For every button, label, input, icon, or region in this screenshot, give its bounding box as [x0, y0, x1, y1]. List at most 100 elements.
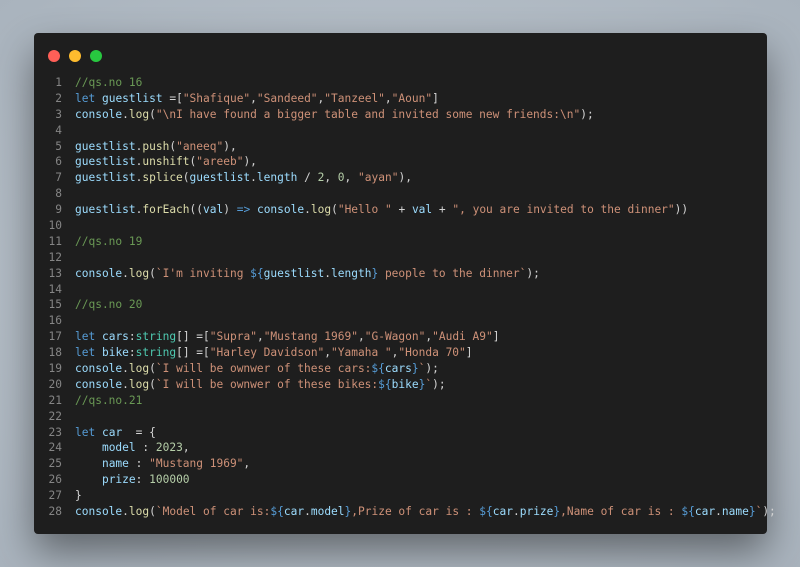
- code-token: +: [432, 203, 453, 217]
- code-line[interactable]: 8: [34, 186, 767, 202]
- code-token: console: [75, 107, 123, 121]
- code-token: prize: [519, 505, 554, 519]
- code-token: let: [75, 346, 96, 360]
- code-token: ,: [384, 91, 392, 105]
- code-token: [] =[: [176, 330, 210, 344]
- line-number: 22: [48, 409, 62, 423]
- code-line[interactable]: 12: [34, 250, 767, 266]
- code-token: +: [391, 203, 412, 217]
- code-token: "Harley Davidson": [209, 346, 325, 360]
- code-token: )): [674, 203, 689, 217]
- code-token: .: [512, 505, 520, 519]
- code-token: "areeb": [196, 155, 244, 169]
- line-source: guestlist.unshift("areeb"),: [75, 154, 257, 170]
- code-token: length: [331, 266, 372, 280]
- code-token: cars: [101, 330, 129, 344]
- code-line[interactable]: 28 console.log(`Model of car is:${car.mod…: [34, 504, 776, 520]
- code-token: ${: [250, 266, 264, 280]
- code-line[interactable]: 3 console.log("\nI have found a bigger ta…: [34, 107, 767, 123]
- line-number: 8: [55, 187, 62, 201]
- code-line[interactable]: 19 console.log(`I will be ownwer of these…: [34, 361, 767, 377]
- line-number: 27: [48, 489, 62, 503]
- code-token: guestlist: [263, 266, 325, 280]
- code-token: splice: [142, 171, 183, 185]
- code-token: //qs.no.21: [75, 393, 143, 407]
- code-token: :: [128, 346, 136, 360]
- code-line[interactable]: 9 guestlist.forEach((val) => console.log(…: [34, 202, 767, 218]
- code-token: .: [304, 203, 311, 217]
- code-line[interactable]: 20 console.log(`I will be ownwer of these…: [34, 377, 767, 393]
- line-number: 15: [48, 298, 62, 312]
- code-token: "Mustang 1969": [263, 330, 358, 344]
- line-number: 11: [48, 234, 62, 248]
- minimize-window-button[interactable]: [69, 50, 81, 62]
- code-token: ]: [432, 91, 439, 105]
- line-source: //qs.no 16: [75, 75, 142, 91]
- line-number: 3: [55, 107, 62, 121]
- line-number: 19: [48, 362, 62, 376]
- code-line[interactable]: 1 //qs.no 16: [34, 75, 767, 91]
- maximize-window-button[interactable]: [90, 50, 102, 62]
- code-line[interactable]: 21 //qs.no.21: [34, 393, 767, 409]
- code-token: car: [492, 505, 513, 519]
- code-line[interactable]: 6 guestlist.unshift("areeb"),: [34, 154, 767, 170]
- code-token: ,Name of car is :: [560, 505, 682, 519]
- line-number: 1: [55, 76, 62, 89]
- code-line[interactable]: 4: [34, 123, 767, 139]
- code-token: ${: [479, 505, 493, 519]
- code-line[interactable]: 15 //qs.no 20: [34, 297, 767, 313]
- code-token: ${: [681, 505, 695, 519]
- code-token: console: [256, 203, 305, 217]
- code-token: ),: [223, 139, 237, 153]
- code-token: let: [75, 330, 96, 344]
- code-line[interactable]: 17 let cars:string[] =["Supra","Mustang 1…: [34, 329, 767, 345]
- code-token: }: [411, 362, 419, 376]
- code-token: guestlist: [75, 155, 136, 169]
- code-token: 0: [337, 171, 345, 185]
- line-number: 21: [48, 393, 62, 407]
- code-token: guestlist: [101, 91, 163, 105]
- code-token: ),: [243, 155, 257, 169]
- code-line[interactable]: 7 guestlist.splice(guestlist.length / 2, …: [34, 170, 767, 186]
- code-token: =>: [236, 203, 251, 217]
- code-token: :: [135, 441, 156, 455]
- close-window-button[interactable]: [48, 50, 60, 62]
- code-line[interactable]: 24 model : 2023,: [34, 440, 767, 456]
- line-source: console.log(`I will be ownwer of these c…: [75, 361, 439, 377]
- code-line[interactable]: 11 //qs.no 19: [34, 234, 767, 250]
- code-token: car: [283, 505, 305, 519]
- code-line[interactable]: 14: [34, 282, 767, 298]
- code-line[interactable]: 5 guestlist.push("aneeq"),: [34, 139, 767, 155]
- code-line[interactable]: 2 let guestlist =["Shafique","Sandeed","T…: [34, 91, 767, 107]
- code-line[interactable]: 13 console.log(`I'm inviting ${guestlist.…: [34, 266, 767, 282]
- code-line[interactable]: 10: [34, 218, 767, 234]
- code-line[interactable]: 23 let car = {: [34, 425, 767, 441]
- code-token: log: [128, 266, 150, 280]
- code-token: val: [411, 203, 433, 217]
- code-line[interactable]: 18 let bike:string[] =["Harley Davidson",…: [34, 345, 767, 361]
- code-line[interactable]: 22: [34, 409, 767, 425]
- code-token: "Sandeed": [256, 91, 318, 105]
- code-token: /: [297, 171, 318, 185]
- code-token: ,: [256, 330, 264, 344]
- code-token: :: [128, 457, 150, 471]
- code-token: `Model of car is:: [155, 505, 271, 519]
- code-token: ${: [378, 377, 392, 391]
- code-token: ,: [324, 171, 338, 185]
- code-line[interactable]: 16: [34, 313, 767, 329]
- code-token: :: [128, 330, 136, 344]
- line-number: 23: [48, 425, 62, 439]
- code-token: ", you are invited to the dinner": [452, 203, 675, 217]
- code-token: guestlist: [189, 171, 251, 185]
- line-number: 14: [48, 282, 62, 296]
- code-line[interactable]: 25 name : "Mustang 1969",: [34, 456, 767, 472]
- code-token: ),: [398, 171, 412, 185]
- code-line[interactable]: 26 prize: 100000: [34, 472, 767, 488]
- code-token: ,Prize of car is :: [351, 505, 480, 519]
- code-editor: 1//qs.no 16 2 let guestlist =["Shafique","…: [34, 75, 776, 520]
- code-line[interactable]: 27}: [34, 488, 767, 504]
- code-token: .: [250, 171, 257, 185]
- code-token: log: [128, 107, 150, 121]
